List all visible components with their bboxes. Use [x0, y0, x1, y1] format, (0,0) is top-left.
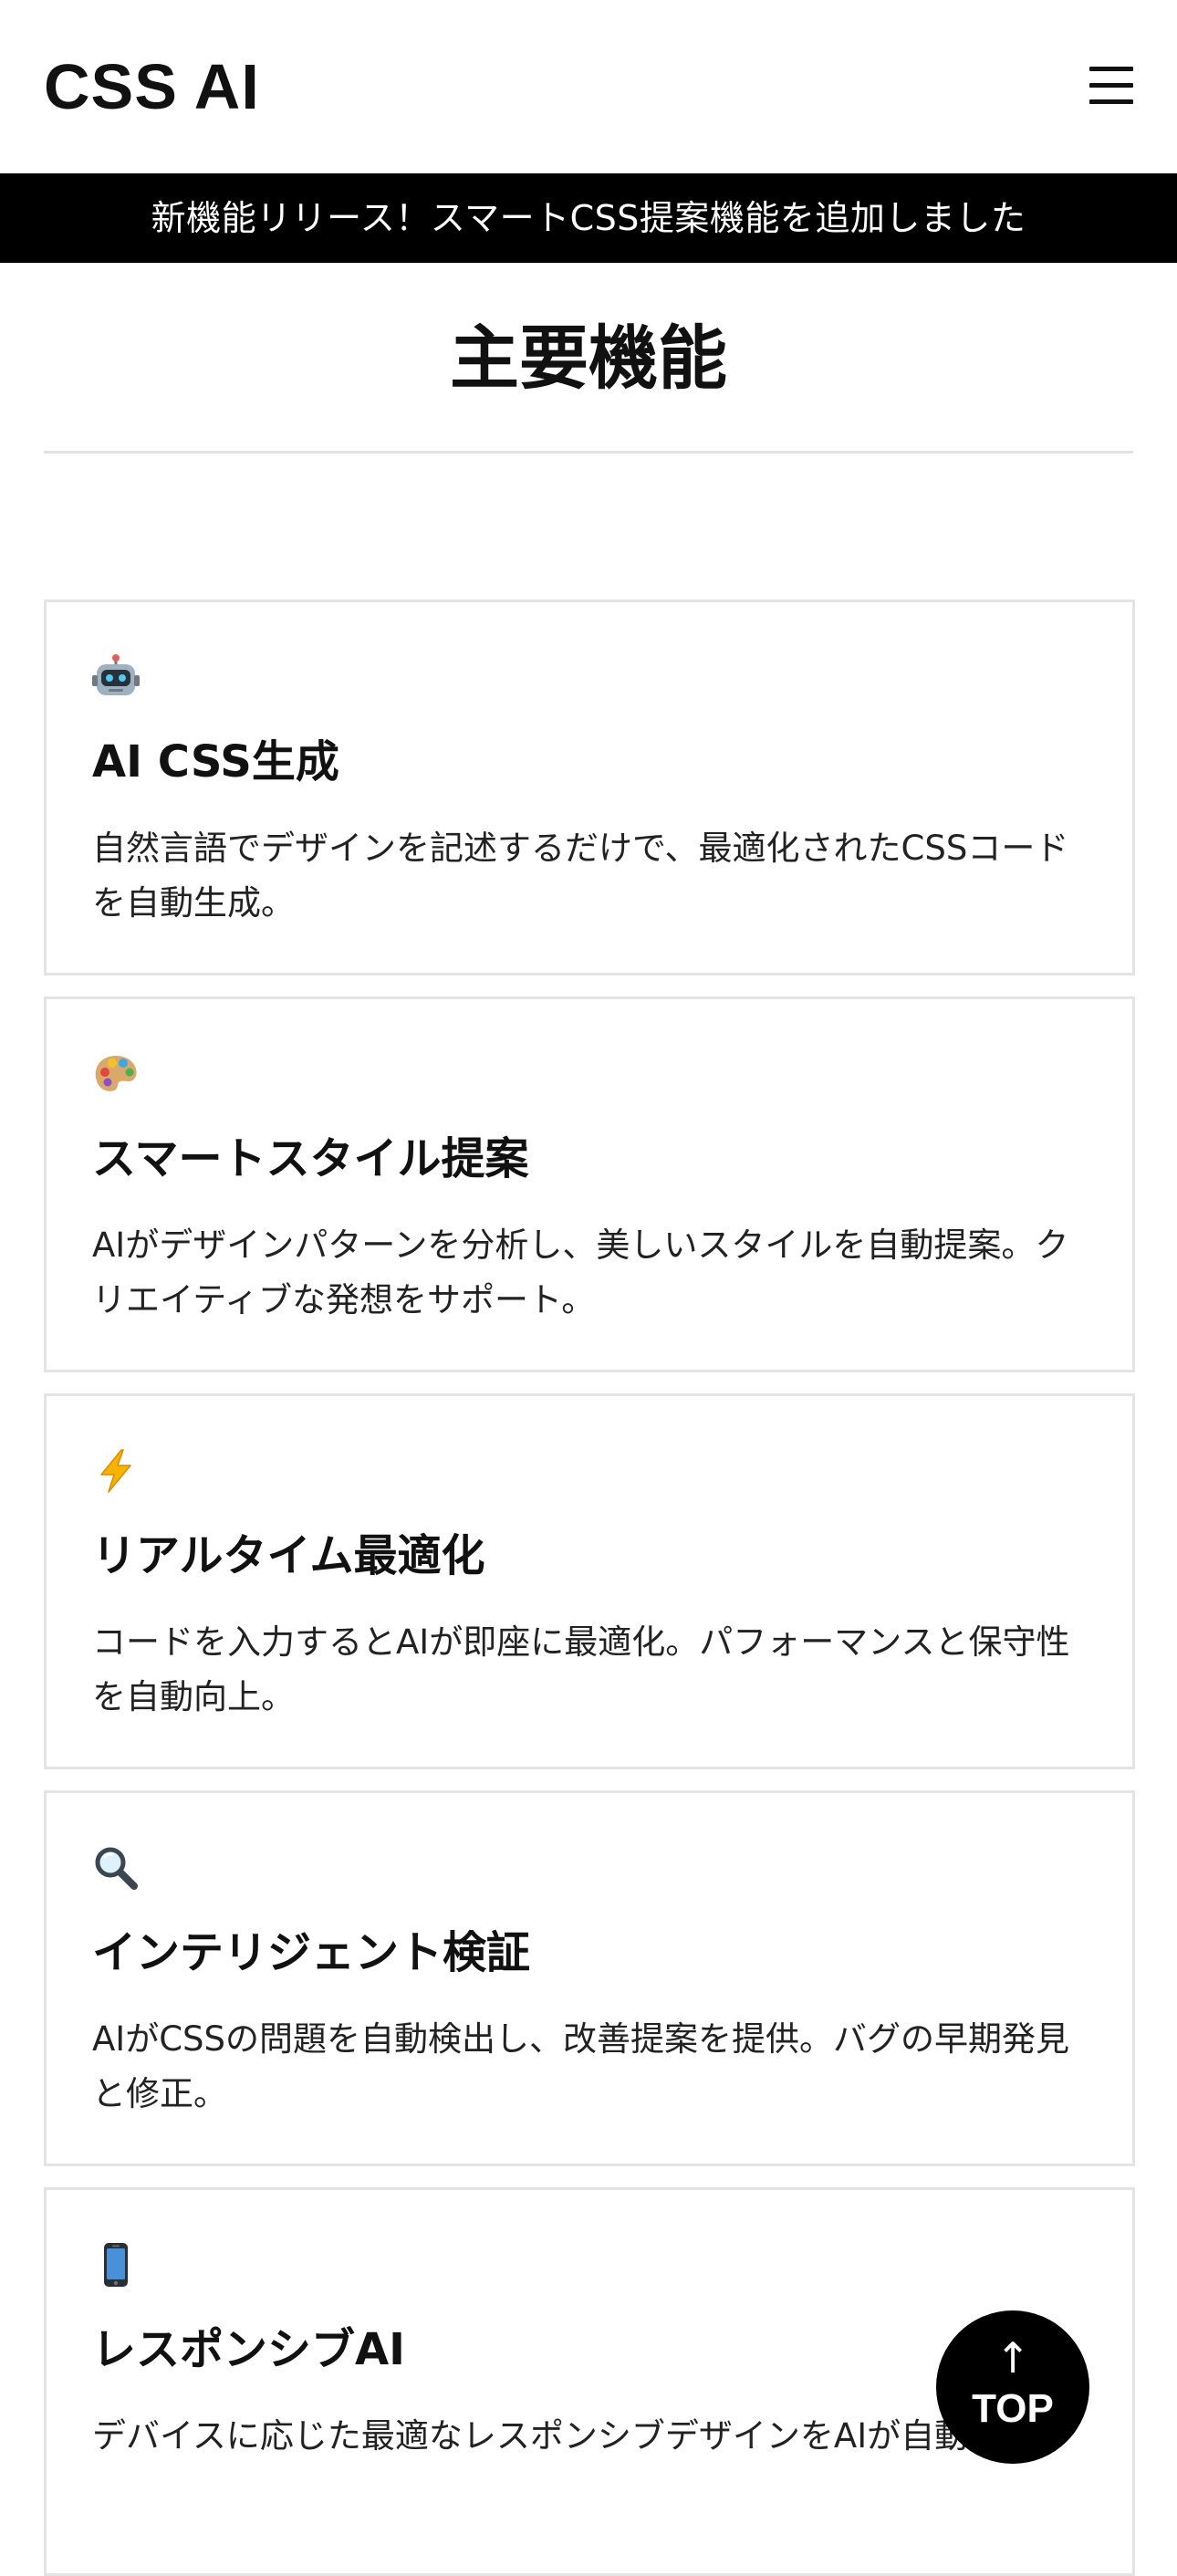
arrow-up-icon: ↑ — [995, 2333, 1031, 2383]
menu-line — [1089, 99, 1133, 104]
feature-description: AIがCSSの問題を自動検出し、改善提案を提供。バグの早期発見と修正。 — [92, 2019, 1070, 2113]
feature-card-realtime: リアルタイム最適化 コードを入力するとAIが即座に最適化。パフォーマンスと保守性… — [44, 1393, 1135, 1769]
hamburger-menu-icon[interactable] — [1084, 60, 1139, 111]
feature-title: インテリジェント検証 — [92, 1927, 531, 1978]
menu-line — [1089, 67, 1133, 71]
menu-line — [1089, 83, 1133, 88]
feature-title: レスポンシブAI — [92, 2324, 406, 2375]
feature-description: コードを入力するとAIが即座に最適化。パフォーマンスと保守性を自動向上。 — [92, 1622, 1070, 1716]
scroll-to-top-button[interactable]: ↑ TOP — [936, 2310, 1089, 2464]
feature-card-smart-style: スマートスタイル提案 AIがデザインパターンを分析し、美しいスタイルを自動提案。… — [44, 996, 1135, 1372]
feature-description: AIがデザインパターンを分析し、美しいスタイルを自動提案。クリエイティブな発想を… — [92, 1225, 1069, 1319]
scroll-to-top-label: TOP — [972, 2386, 1054, 2431]
feature-title: リアルタイム最適化 — [92, 1530, 485, 1581]
feature-card-validation: インテリジェント検証 AIがCSSの問題を自動検出し、改善提案を提供。バグの早期… — [44, 1790, 1135, 2166]
mobile-phone-icon — [92, 2241, 140, 2289]
announcement-bar[interactable]: 新機能リリース！スマートCSS提案機能を追加しました — [0, 173, 1177, 263]
site-logo[interactable]: CSS AI — [44, 46, 260, 128]
magnifier-icon — [92, 1844, 140, 1892]
feature-description: 自然言語でデザインを記述するだけで、最適化されたCSSコードを自動生成。 — [92, 829, 1069, 923]
title-divider — [44, 451, 1133, 454]
robot-icon — [92, 653, 140, 701]
features-title: 主要機能 — [450, 318, 727, 399]
artist-palette-icon — [92, 1050, 140, 1098]
lightning-icon — [92, 1447, 140, 1495]
site-header: CSS AI — [0, 0, 1177, 173]
feature-title: AI CSS生成 — [92, 736, 339, 787]
feature-title: スマートスタイル提案 — [92, 1133, 529, 1184]
feature-card-ai-css: AI CSS生成 自然言語でデザインを記述するだけで、最適化されたCSSコードを… — [44, 600, 1135, 975]
